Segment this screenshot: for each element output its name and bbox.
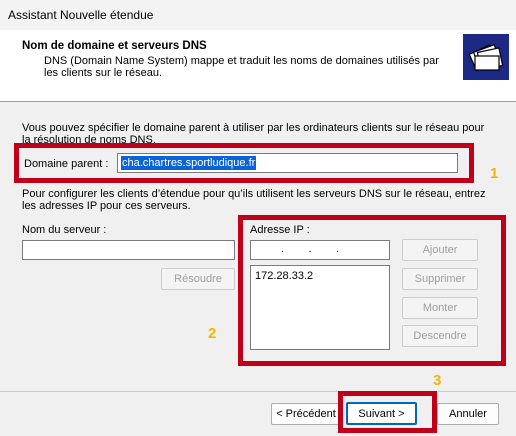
annotation-number-1: 1 (490, 165, 499, 182)
parent-domain-value: cha.chartres.sportludique.fr (121, 156, 257, 170)
footer-divider (0, 391, 516, 392)
ip-address-dots: . . . (281, 243, 340, 255)
title-bar: Assistant Nouvelle étendue (0, 0, 516, 30)
window-title: Assistant Nouvelle étendue (8, 8, 154, 22)
annotation-number-2: 2 (208, 325, 217, 342)
server-name-label: Nom du serveur : (22, 224, 107, 236)
ip-address-input[interactable]: . . . (250, 240, 390, 260)
header-title: Nom de domaine et serveurs DNS (22, 40, 207, 52)
wizard-folders-icon (463, 34, 509, 80)
ip-address-label: Adresse IP : (250, 224, 310, 236)
resolve-button[interactable]: Résoudre (161, 268, 235, 290)
remove-button[interactable]: Supprimer (402, 268, 478, 290)
move-up-button[interactable]: Monter (402, 297, 478, 319)
move-down-button[interactable]: Descendre (402, 325, 478, 347)
cancel-button[interactable]: Annuler (437, 403, 499, 425)
next-button[interactable]: Suivant > (346, 402, 417, 425)
list-item[interactable]: 172.28.33.2 (255, 270, 313, 282)
annotation-number-3: 3 (433, 372, 442, 389)
header-description: DNS (Domain Name System) mappe et tradui… (44, 55, 439, 79)
parent-domain-label: Domaine parent : (24, 158, 109, 170)
ip-address-list[interactable]: 172.28.33.2 (250, 265, 390, 350)
parent-domain-input[interactable]: cha.chartres.sportludique.fr (117, 153, 458, 173)
server-name-input[interactable] (22, 240, 235, 260)
add-button[interactable]: Ajouter (402, 239, 478, 261)
dns-instructions: Pour configurer les clients d’étendue po… (22, 188, 486, 212)
intro-text: Vous pouvez spécifier le domaine parent … (22, 122, 485, 144)
back-button[interactable]: < Précédent (271, 403, 341, 425)
